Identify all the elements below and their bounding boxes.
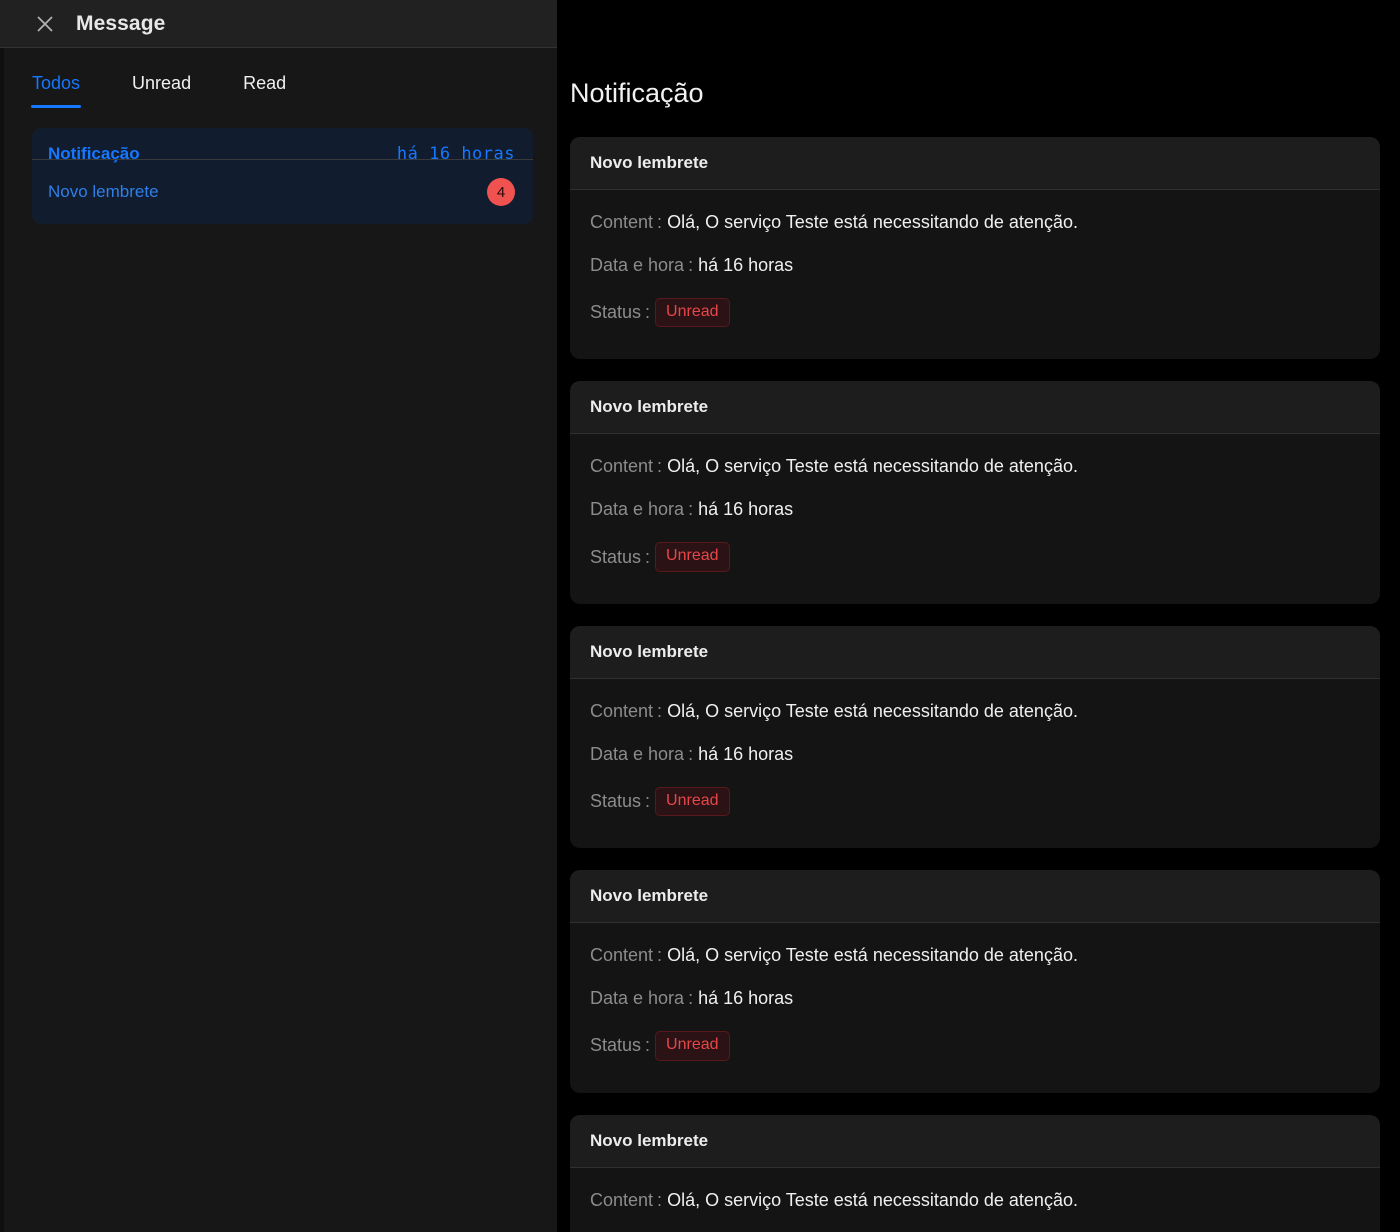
list-item-top-row: Notificação há 16 horas (48, 144, 515, 164)
field-value-datetime: há 16 horas (698, 499, 793, 520)
status-badge: Unread (655, 1031, 729, 1060)
field-label-content: Content (590, 945, 653, 966)
field-content: Content : Olá, O serviço Teste está nece… (590, 456, 1360, 477)
unread-count-badge: 4 (487, 178, 515, 206)
notification-detail-panel: Notificação Novo lembrete Content : Olá,… (557, 0, 1400, 1232)
notification-card[interactable]: Novo lembrete Content : Olá, O serviço T… (570, 381, 1380, 603)
card-header: Novo lembrete (570, 870, 1380, 923)
field-colon: : (653, 701, 667, 722)
field-status: Status : Unread (590, 298, 1360, 327)
field-label-datetime: Data e hora (590, 255, 684, 276)
panel-title: Message (76, 12, 165, 36)
card-body: Content : Olá, O serviço Teste está nece… (570, 679, 1380, 848)
notification-card[interactable]: Novo lembrete Content : Olá, O serviço T… (570, 870, 1380, 1092)
notification-card[interactable]: Novo lembrete Content : Olá, O serviço T… (570, 626, 1380, 848)
page-title: Notificação (557, 0, 1400, 107)
window-edge-strip-lower (0, 48, 4, 1232)
field-status: Status : Unread (590, 787, 1360, 816)
field-label-status: Status (590, 791, 641, 812)
field-value-datetime: há 16 horas (698, 988, 793, 1009)
field-colon: : (684, 499, 698, 520)
field-content: Content : Olá, O serviço Teste está nece… (590, 701, 1360, 722)
field-status: Status : Unread (590, 542, 1360, 571)
message-list-panel: Message Todos Unread Read Notificação há… (0, 0, 557, 1232)
notification-card[interactable]: Novo lembrete Content : Olá, O serviço T… (570, 137, 1380, 359)
tab-todos[interactable]: Todos (32, 73, 80, 108)
field-datetime: Data e hora : há 16 horas (590, 988, 1360, 1009)
close-icon[interactable] (34, 13, 56, 35)
tab-bar: Todos Unread Read (32, 48, 533, 108)
field-value-content: Olá, O serviço Teste está necessitando d… (667, 212, 1078, 233)
card-header: Novo lembrete (570, 137, 1380, 190)
list-item-subtitle: Novo lembrete (48, 182, 159, 202)
field-label-status: Status (590, 547, 641, 568)
field-content: Content : Olá, O serviço Teste está nece… (590, 1190, 1360, 1211)
notification-card[interactable]: Novo lembrete Content : Olá, O serviço T… (570, 1115, 1380, 1232)
card-body: Content : Olá, O serviço Teste está nece… (570, 923, 1380, 1092)
panel-header: Message (0, 0, 557, 48)
status-badge: Unread (655, 298, 729, 327)
list-item-bottom-row: Novo lembrete 4 (48, 178, 515, 206)
field-label-content: Content (590, 701, 653, 722)
field-label-datetime: Data e hora (590, 499, 684, 520)
field-label-content: Content (590, 456, 653, 477)
field-colon: : (653, 1190, 667, 1211)
field-value-datetime: há 16 horas (698, 744, 793, 765)
field-colon: : (684, 744, 698, 765)
field-label-datetime: Data e hora (590, 988, 684, 1009)
field-content: Content : Olá, O serviço Teste está nece… (590, 212, 1360, 233)
tab-divider (32, 159, 533, 160)
message-list: Notificação há 16 horas Novo lembrete 4 (0, 108, 557, 224)
field-colon: : (641, 302, 655, 323)
field-value-content: Olá, O serviço Teste está necessitando d… (667, 1190, 1078, 1211)
status-badge: Unread (655, 787, 729, 816)
field-value-content: Olá, O serviço Teste está necessitando d… (667, 701, 1078, 722)
field-colon: : (653, 212, 667, 233)
tab-read[interactable]: Read (243, 73, 286, 108)
field-label-status: Status (590, 302, 641, 323)
field-content: Content : Olá, O serviço Teste está nece… (590, 945, 1360, 966)
field-value-datetime: há 16 horas (698, 255, 793, 276)
notification-card-list: Novo lembrete Content : Olá, O serviço T… (557, 107, 1400, 1232)
field-label-content: Content (590, 1190, 653, 1211)
status-badge: Unread (655, 542, 729, 571)
field-colon: : (641, 791, 655, 812)
field-colon: : (684, 988, 698, 1009)
list-item-title: Notificação (48, 144, 140, 164)
list-item[interactable]: Notificação há 16 horas Novo lembrete 4 (32, 128, 533, 224)
field-label-content: Content (590, 212, 653, 233)
card-header: Novo lembrete (570, 381, 1380, 434)
tab-unread[interactable]: Unread (132, 73, 191, 108)
field-datetime: Data e hora : há 16 horas (590, 744, 1360, 765)
list-item-time: há 16 horas (397, 144, 515, 164)
field-label-status: Status (590, 1035, 641, 1056)
card-body: Content : Olá, O serviço Teste está nece… (570, 434, 1380, 603)
field-colon: : (653, 456, 667, 477)
field-status: Status : Unread (590, 1031, 1360, 1060)
message-window: Message Todos Unread Read Notificação há… (0, 0, 1400, 1232)
field-colon: : (641, 1035, 655, 1056)
tabs-container: Todos Unread Read (0, 48, 557, 108)
card-body: Content : Olá, O serviço Teste está nece… (570, 1168, 1380, 1232)
field-value-content: Olá, O serviço Teste está necessitando d… (667, 945, 1078, 966)
field-colon: : (684, 255, 698, 276)
card-header: Novo lembrete (570, 626, 1380, 679)
card-body: Content : Olá, O serviço Teste está nece… (570, 190, 1380, 359)
field-value-content: Olá, O serviço Teste está necessitando d… (667, 456, 1078, 477)
field-datetime: Data e hora : há 16 horas (590, 255, 1360, 276)
field-colon: : (641, 547, 655, 568)
field-label-datetime: Data e hora (590, 744, 684, 765)
card-header: Novo lembrete (570, 1115, 1380, 1168)
field-colon: : (653, 945, 667, 966)
field-datetime: Data e hora : há 16 horas (590, 499, 1360, 520)
